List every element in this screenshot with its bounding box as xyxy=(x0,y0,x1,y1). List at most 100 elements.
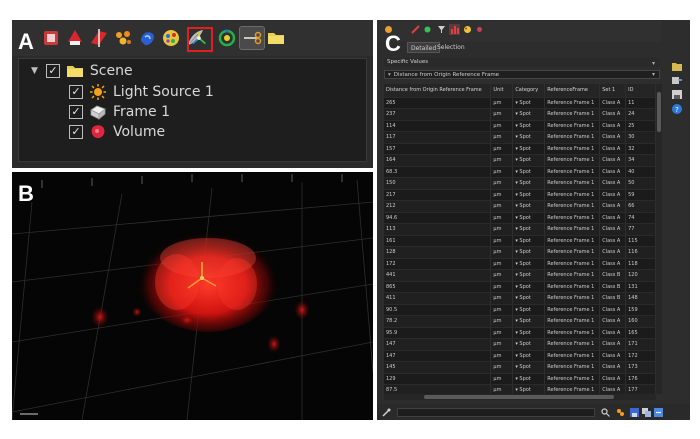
statistic-selector[interactable]: ▾ Distance from Origin Reference Frame xyxy=(384,70,660,79)
column-header-distance[interactable]: Distance from Origin Reference Frame xyxy=(384,84,492,98)
tree-row-volume[interactable]: ✓ Volume xyxy=(69,122,165,142)
column-header-set[interactable]: Set 1 xyxy=(599,84,627,98)
add-measurement-points-icon[interactable] xyxy=(216,27,238,49)
table-row[interactable]: 145 µm ▾ Spot Reference Frame 1 Class A 173 xyxy=(384,361,656,374)
table-cell: 411 xyxy=(384,292,492,305)
save-icon[interactable] xyxy=(630,408,639,417)
table-row[interactable]: 87.5 µm ▾ Spot Reference Frame 1 Class A 177 xyxy=(384,384,656,394)
tab-selection[interactable]: Selection xyxy=(434,42,468,53)
table-row[interactable]: 150 µm ▾ Spot Reference Frame 1 Class A 50 xyxy=(384,177,656,190)
table-row[interactable]: 147 µm ▾ Spot Reference Frame 1 Class A 172 xyxy=(384,350,656,362)
table-cell: Reference Frame 1 xyxy=(544,200,601,213)
table-cell: Reference Frame 1 xyxy=(544,154,601,167)
table-row[interactable]: 212 µm ▾ Spot Reference Frame 1 Class A 66 xyxy=(384,200,656,213)
column-header-category[interactable]: Category xyxy=(512,84,546,98)
color-dot-icon[interactable] xyxy=(423,25,432,34)
column-header-id[interactable]: ID xyxy=(625,84,656,98)
table-row[interactable]: 164 µm ▾ Spot Reference Frame 1 Class A 34 xyxy=(384,154,656,167)
scissors-icon[interactable] xyxy=(475,25,484,34)
table-cell: µm xyxy=(490,97,514,109)
frame-checkbox[interactable]: ✓ xyxy=(69,105,83,119)
table-cell: ▾ Spot xyxy=(512,315,546,328)
spots-icon[interactable] xyxy=(616,408,625,417)
table-row[interactable]: 441 µm ▾ Spot Reference Frame 1 Class B 120 xyxy=(384,269,656,282)
palette-icon[interactable] xyxy=(463,25,472,34)
table-cell: 148 xyxy=(625,292,656,305)
table-cell: 150 xyxy=(384,177,492,190)
table-cell: 160 xyxy=(625,315,656,328)
table-cell: 129 xyxy=(384,373,492,385)
table-row[interactable]: 94.6 µm ▾ Spot Reference Frame 1 Class A 74 xyxy=(384,212,656,224)
table-cell: Class A xyxy=(599,361,627,374)
chevron-down-icon[interactable]: ▾ xyxy=(652,60,655,67)
table-cell: ▾ Spot xyxy=(512,292,546,305)
table-cell: µm xyxy=(490,246,514,259)
table-cell: ▾ Spot xyxy=(512,154,546,167)
table-cell: Class A xyxy=(599,350,627,362)
add-surface-icon[interactable] xyxy=(136,27,158,49)
table-row[interactable]: 237 µm ▾ Spot Reference Frame 1 Class A 24 xyxy=(384,108,656,121)
table-cell: Class A xyxy=(599,235,627,247)
add-clipping-plane-icon[interactable] xyxy=(88,27,110,49)
statistics-footer xyxy=(377,404,690,420)
3d-viewer[interactable] xyxy=(12,172,373,420)
table-cell: µm xyxy=(490,108,514,121)
table-row[interactable]: 147 µm ▾ Spot Reference Frame 1 Class A 171 xyxy=(384,338,656,351)
table-row[interactable]: 265 µm ▾ Spot Reference Frame 1 Class A 11 xyxy=(384,97,656,109)
export-icon[interactable] xyxy=(672,76,682,85)
scene-panel: A ▼ ✓ Scene ✓ Light Source 1 ✓ Frame 1 ✓… xyxy=(12,20,373,168)
search-icon[interactable] xyxy=(601,408,610,417)
table-cell: µm xyxy=(490,327,514,339)
filter-icon[interactable] xyxy=(437,25,446,34)
object-toolbar xyxy=(12,20,373,56)
collapse-triangle-icon[interactable]: ▼ xyxy=(31,66,38,76)
tree-row-frame[interactable]: ✓ Frame 1 xyxy=(69,102,170,122)
help-icon[interactable]: ? xyxy=(672,104,682,114)
table-row[interactable]: 90.5 µm ▾ Spot Reference Frame 1 Class A 159 xyxy=(384,304,656,316)
table-row[interactable]: 411 µm ▾ Spot Reference Frame 1 Class B 148 xyxy=(384,292,656,305)
column-header-unit[interactable]: Unit xyxy=(490,84,514,98)
horizontal-scrollbar[interactable] xyxy=(384,394,656,400)
table-row[interactable]: 114 µm ▾ Spot Reference Frame 1 Class A 25 xyxy=(384,120,656,132)
light-source-checkbox[interactable]: ✓ xyxy=(69,85,83,99)
chevron-down-icon[interactable]: ▾ xyxy=(652,71,655,78)
table-row[interactable]: 128 µm ▾ Spot Reference Frame 1 Class A 116 xyxy=(384,246,656,259)
save-icon[interactable] xyxy=(672,90,682,99)
table-row[interactable]: 117 µm ▾ Spot Reference Frame 1 Class A 30 xyxy=(384,131,656,144)
vertical-scrollbar[interactable] xyxy=(656,84,662,394)
statistics-search-input[interactable] xyxy=(397,408,595,417)
folder-icon[interactable] xyxy=(672,62,682,71)
new-scene-icon[interactable] xyxy=(40,27,62,49)
tree-row-light-source[interactable]: ✓ Light Source 1 xyxy=(69,82,214,102)
table-cell: Reference Frame 1 xyxy=(544,361,601,374)
column-header-reference-frame[interactable]: ReferenceFrame xyxy=(544,84,601,98)
table-row[interactable]: 113 µm ▾ Spot Reference Frame 1 Class A 77 xyxy=(384,223,656,236)
volume-checkbox[interactable]: ✓ xyxy=(69,125,83,139)
tree-row-scene[interactable]: ▼ ✓ Scene xyxy=(31,61,133,81)
table-row[interactable]: 129 µm ▾ Spot Reference Frame 1 Class A 176 xyxy=(384,373,656,385)
add-volume-icon[interactable] xyxy=(64,27,86,49)
table-row[interactable]: 157 µm ▾ Spot Reference Frame 1 Class A 32 xyxy=(384,143,656,155)
table-row[interactable]: 78.2 µm ▾ Spot Reference Frame 1 Class A 160 xyxy=(384,315,656,328)
statistics-table[interactable]: Distance from Origin Reference Frame Uni… xyxy=(384,84,656,394)
table-row[interactable]: 68.3 µm ▾ Spot Reference Frame 1 Class A 40 xyxy=(384,166,656,178)
table-cell: Reference Frame 1 xyxy=(544,131,601,144)
table-row[interactable]: 865 µm ▾ Spot Reference Frame 1 Class B 131 xyxy=(384,281,656,293)
table-row[interactable]: 217 µm ▾ Spot Reference Frame 1 Class A 59 xyxy=(384,189,656,201)
copy-icon[interactable] xyxy=(642,408,651,417)
pencil-icon[interactable] xyxy=(411,25,420,34)
table-row[interactable]: 95.9 µm ▾ Spot Reference Frame 1 Class A 165 xyxy=(384,327,656,339)
folder-icon[interactable] xyxy=(265,27,287,49)
table-row[interactable]: 172 µm ▾ Spot Reference Frame 1 Class A 118 xyxy=(384,258,656,270)
horizontal-scroll-thumb[interactable] xyxy=(424,395,614,399)
add-spots-icon[interactable] xyxy=(112,27,134,49)
add-cells-icon[interactable] xyxy=(160,27,182,49)
table-cell: µm xyxy=(490,350,514,362)
vertical-scroll-thumb[interactable] xyxy=(657,92,661,132)
tools-icon[interactable] xyxy=(382,408,391,417)
values-type-dropdown[interactable]: Specific Values xyxy=(384,58,660,67)
table-row[interactable]: 161 µm ▾ Spot Reference Frame 1 Class A 115 xyxy=(384,235,656,247)
export-icon[interactable] xyxy=(654,408,663,417)
scene-checkbox[interactable]: ✓ xyxy=(45,64,60,78)
statistics-icon[interactable] xyxy=(449,24,460,35)
